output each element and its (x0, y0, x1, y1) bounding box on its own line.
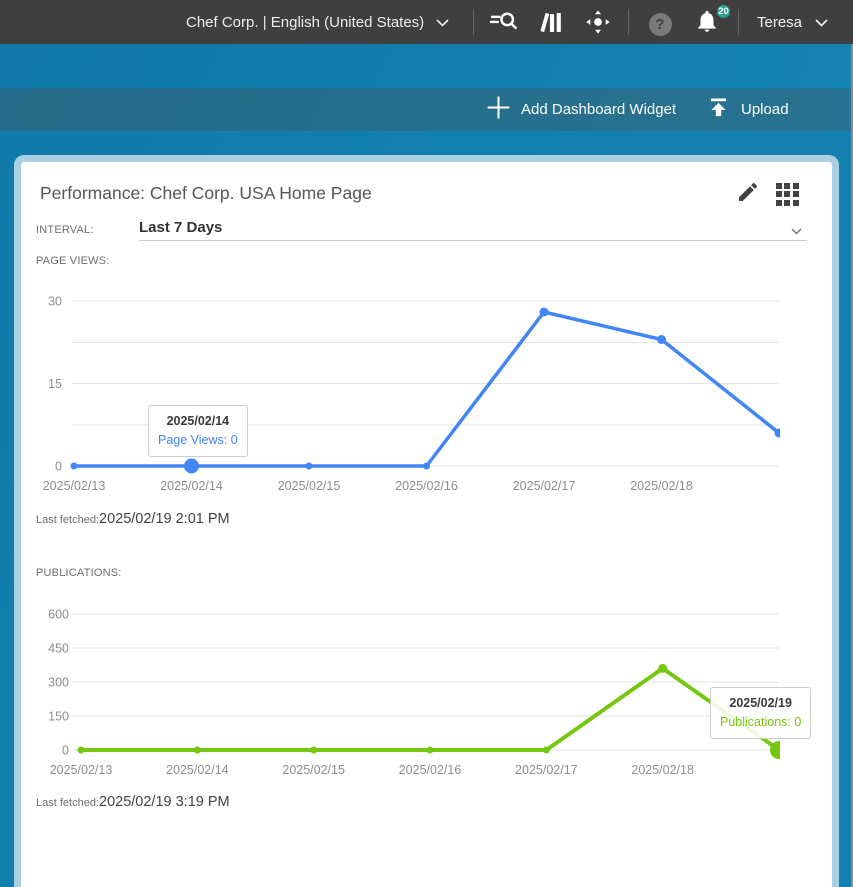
last-fetched-value: 2025/02/19 2:01 PM (99, 511, 230, 527)
last-fetched-value: 2025/02/19 3:19 PM (99, 794, 230, 810)
data-point (78, 747, 85, 754)
upload-icon (707, 96, 730, 123)
tooltip-value: Page Views: 0 (158, 431, 238, 450)
svg-text:2025/02/14: 2025/02/14 (166, 763, 229, 777)
svg-text:0: 0 (55, 460, 62, 474)
nav-divider (473, 9, 474, 35)
publications-section-label: PUBLICATIONS: (36, 567, 122, 579)
svg-text:2025/02/16: 2025/02/16 (395, 479, 458, 493)
page-views-last-fetched: Last fetched: 2025/02/19 2:01 PM (36, 511, 230, 527)
svg-text:2025/02/16: 2025/02/16 (399, 763, 462, 777)
pencil-icon (736, 180, 760, 209)
help-icon[interactable]: ? (646, 10, 674, 38)
data-point (427, 747, 434, 754)
chevron-down-icon (815, 14, 828, 31)
nav-divider (738, 9, 739, 35)
data-point (540, 308, 549, 317)
last-fetched-label: Last fetched: (36, 514, 99, 526)
user-name-label: Teresa (757, 14, 802, 31)
upload-button[interactable]: Upload (707, 88, 789, 131)
performance-widget-card: Performance: Chef Corp. USA Home Page IN… (14, 155, 839, 887)
page-views-chart[interactable]: 30 15 0 2025/02/13 2025/02/14 2025/02/15 2025/… (36, 294, 780, 504)
interval-select-underline (139, 240, 807, 241)
chevron-down-icon[interactable] (791, 222, 802, 240)
svg-text:2025/02/15: 2025/02/15 (278, 479, 341, 493)
add-dashboard-widget-label: Add Dashboard Widget (521, 101, 676, 118)
publications-tooltip: 2025/02/19 Publications: 0 (710, 687, 811, 739)
library-books-icon[interactable] (537, 8, 565, 36)
interval-select[interactable]: Last 7 Days (139, 219, 805, 236)
top-nav: Chef Corp. | English (United States) (0, 0, 853, 44)
svg-text:2025/02/13: 2025/02/13 (43, 479, 106, 493)
upload-label: Upload (741, 101, 789, 118)
data-point (543, 747, 550, 754)
data-point (657, 335, 666, 344)
svg-text:300: 300 (48, 676, 69, 690)
svg-text:15: 15 (48, 377, 62, 391)
svg-text:600: 600 (48, 608, 69, 622)
svg-text:2025/02/17: 2025/02/17 (515, 763, 578, 777)
last-fetched-label: Last fetched: (36, 797, 99, 809)
plus-icon (487, 96, 510, 123)
notification-count-badge: 20 (715, 3, 732, 20)
data-point (658, 664, 667, 673)
data-point (423, 463, 430, 470)
data-point (310, 747, 317, 754)
svg-text:2025/02/14: 2025/02/14 (160, 479, 223, 493)
help-glyph: ? (649, 13, 672, 36)
svg-text:0: 0 (62, 744, 69, 758)
tenant-language-selector[interactable]: Chef Corp. | English (United States) (186, 0, 449, 44)
publications-last-fetched: Last fetched: 2025/02/19 3:19 PM (36, 794, 230, 810)
notifications-bell-icon[interactable]: 20 (694, 7, 724, 37)
widget-menu-button[interactable] (774, 181, 800, 207)
advanced-search-icon[interactable] (489, 8, 517, 36)
data-point (71, 463, 78, 470)
svg-text:2025/02/18: 2025/02/18 (630, 479, 693, 493)
nav-divider (628, 9, 629, 35)
svg-text:2025/02/17: 2025/02/17 (513, 479, 576, 493)
page-views-tooltip: 2025/02/14 Page Views: 0 (148, 405, 248, 457)
tooltip-date: 2025/02/19 (720, 694, 801, 713)
add-dashboard-widget-button[interactable]: Add Dashboard Widget (487, 88, 676, 131)
crosshair-target-icon[interactable] (584, 8, 612, 36)
svg-text:150: 150 (48, 710, 69, 724)
widget-title: Performance: Chef Corp. USA Home Page (40, 183, 372, 204)
tooltip-value: Publications: 0 (720, 713, 801, 732)
interval-label: INTERVAL: (36, 224, 94, 236)
data-point (306, 463, 313, 470)
svg-text:2025/02/13: 2025/02/13 (50, 763, 113, 777)
grid-menu-icon (776, 183, 799, 206)
tenant-language-label: Chef Corp. | English (United States) (186, 14, 424, 31)
svg-text:2025/02/15: 2025/02/15 (282, 763, 345, 777)
svg-text:2025/02/18: 2025/02/18 (631, 763, 694, 777)
data-point (184, 459, 199, 474)
page-views-section-label: PAGE VIEWS: (36, 255, 110, 267)
tooltip-date: 2025/02/14 (158, 412, 238, 431)
edit-widget-button[interactable] (735, 181, 761, 207)
svg-text:30: 30 (48, 295, 62, 309)
publications-chart[interactable]: 600 450 300 150 0 2025/02/13 2025/02/14 2025/02… (36, 605, 780, 795)
dashboard-toolbar: Add Dashboard Widget Upload (0, 88, 853, 131)
user-menu[interactable]: Teresa (757, 0, 828, 44)
chevron-down-icon (436, 14, 449, 31)
svg-text:450: 450 (48, 642, 69, 656)
hero-banner (0, 44, 853, 88)
data-point (194, 747, 201, 754)
